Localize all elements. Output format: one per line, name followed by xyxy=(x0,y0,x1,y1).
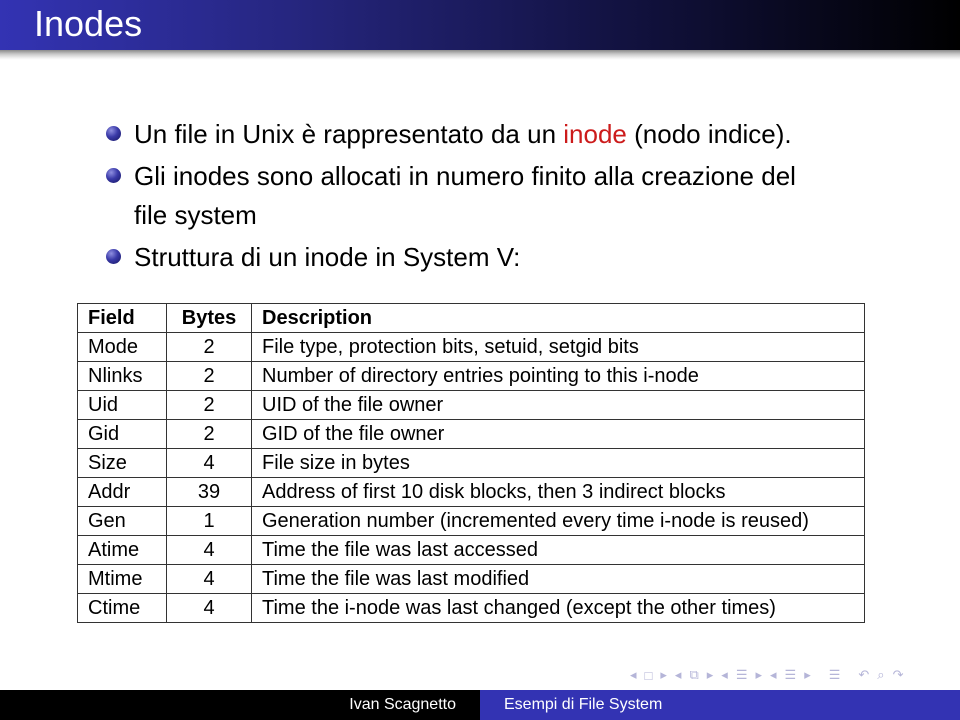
cell-bytes: 2 xyxy=(166,390,252,420)
cell-description: Number of directory entries pointing to … xyxy=(251,361,865,391)
cell-bytes: 2 xyxy=(166,361,252,391)
cell-description: File type, protection bits, setuid, setg… xyxy=(251,332,865,362)
bullet-item: Struttura di un inode in System V: xyxy=(106,238,906,277)
cell-description: Time the file was last accessed xyxy=(251,535,865,565)
table-row: Atime 4 Time the file was last accessed xyxy=(77,535,865,565)
nav-search-icon[interactable]: ⌕ xyxy=(877,667,884,683)
nav-prev-frame-icon[interactable]: ◂ xyxy=(630,667,637,683)
table-row: Gid 2 GID of the file owner xyxy=(77,419,865,449)
bullet-ball-icon xyxy=(106,168,121,183)
bullet-list: Un file in Unix è rappresentato da un in… xyxy=(106,115,906,280)
nav-document-icon[interactable]: ☰ xyxy=(829,667,841,683)
nav-next-subsection-icon[interactable]: ▸ xyxy=(707,667,714,683)
header-bytes: Bytes xyxy=(166,303,252,333)
bullet-item: Gli inodes sono allocati in numero finit… xyxy=(106,157,906,235)
nav-subsection-icon[interactable]: ⧉ xyxy=(689,667,698,683)
cell-field: Mode xyxy=(77,332,167,362)
nav-slide-icon[interactable]: ☰ xyxy=(785,667,797,683)
cell-description: Time the i-node was last changed (except… xyxy=(251,593,865,623)
cell-bytes: 1 xyxy=(166,506,252,536)
bullet-text: Struttura di un inode in System V: xyxy=(134,242,521,272)
footer-title: Esempi di File System xyxy=(480,690,960,720)
table-header-row: Field Bytes Description xyxy=(77,303,865,333)
cell-field: Mtime xyxy=(77,564,167,594)
cell-field: Size xyxy=(77,448,167,478)
cell-bytes: 2 xyxy=(166,419,252,449)
cell-field: Addr xyxy=(77,477,167,507)
nav-next-section-icon[interactable]: ▸ xyxy=(755,667,762,683)
table-row: Gen 1 Generation number (incremented every… xyxy=(77,506,865,536)
footer-bar: Ivan Scagnetto Esempi di File System xyxy=(0,690,960,720)
nav-section-icon[interactable]: ☰ xyxy=(736,667,748,683)
cell-bytes: 39 xyxy=(166,477,252,507)
bullet-ball-icon xyxy=(106,126,121,141)
cell-description: Address of first 10 disk blocks, then 3 … xyxy=(251,477,865,507)
table-row: Mtime 4 Time the file was last modified xyxy=(77,564,865,594)
title-shadow xyxy=(0,50,960,60)
table-row: Addr 39 Address of first 10 disk blocks, t… xyxy=(77,477,865,507)
bullet-ball-icon xyxy=(106,249,121,264)
cell-bytes: 4 xyxy=(166,535,252,565)
cell-bytes: 4 xyxy=(166,564,252,594)
table-row: Size 4 File size in bytes xyxy=(77,448,865,478)
nav-forward-icon[interactable]: ↷ xyxy=(893,667,904,683)
cell-field: Atime xyxy=(77,535,167,565)
cell-field: Nlinks xyxy=(77,361,167,391)
bullet-text: Un file in Unix è rappresentato da un xyxy=(134,119,564,149)
nav-prev-section-icon[interactable]: ◂ xyxy=(721,667,728,683)
cell-bytes: 4 xyxy=(166,448,252,478)
bullet-text: Gli inodes sono allocati in numero finit… xyxy=(134,161,796,191)
header-field: Field xyxy=(77,303,167,333)
cell-field: Gen xyxy=(77,506,167,536)
nav-prev-slide-icon[interactable]: ◂ xyxy=(770,667,777,683)
footer-author: Ivan Scagnetto xyxy=(0,690,480,720)
table-row: Ctime 4 Time the i-node was last changed (… xyxy=(77,593,865,623)
nav-next-slide-icon[interactable]: ▸ xyxy=(804,667,811,683)
cell-description: GID of the file owner xyxy=(251,419,865,449)
header-description: Description xyxy=(251,303,865,333)
cell-bytes: 4 xyxy=(166,593,252,623)
cell-field: Gid xyxy=(77,419,167,449)
cell-description: Generation number (incremented every tim… xyxy=(251,506,865,536)
cell-bytes: 2 xyxy=(166,332,252,362)
nav-frame-icon[interactable]: □ xyxy=(645,668,653,683)
cell-description: UID of the file owner xyxy=(251,390,865,420)
cell-field: Ctime xyxy=(77,593,167,623)
cell-description: Time the file was last modified xyxy=(251,564,865,594)
highlight-term: inode xyxy=(563,119,627,149)
cell-field: Uid xyxy=(77,390,167,420)
beamer-navigation-bar: ◂ □ ▸ ◂ ⧉ ▸ ◂ ☰ ▸ ◂ ☰ ▸ ☰ ↶ ⌕ ↷ xyxy=(626,665,907,685)
table-row: Uid 2 UID of the file owner xyxy=(77,390,865,420)
slide-title: Inodes xyxy=(34,3,143,44)
nav-back-icon[interactable]: ↶ xyxy=(858,667,869,683)
cell-description: File size in bytes xyxy=(251,448,865,478)
bullet-item: Un file in Unix è rappresentato da un in… xyxy=(106,115,906,154)
bullet-text: (nodo indice). xyxy=(626,119,792,149)
bullet-text: file system xyxy=(134,200,257,230)
table-row: Nlinks 2 Number of directory entries point… xyxy=(77,361,865,391)
table-row: Mode 2 File type, protection bits, setuid,… xyxy=(77,332,865,362)
title-bar: Inodes xyxy=(0,0,960,50)
nav-prev-subsection-icon[interactable]: ◂ xyxy=(675,667,682,683)
nav-next-frame-icon[interactable]: ▸ xyxy=(660,667,667,683)
inode-structure-table: Field Bytes Description Mode 2 File type, … xyxy=(77,303,865,623)
